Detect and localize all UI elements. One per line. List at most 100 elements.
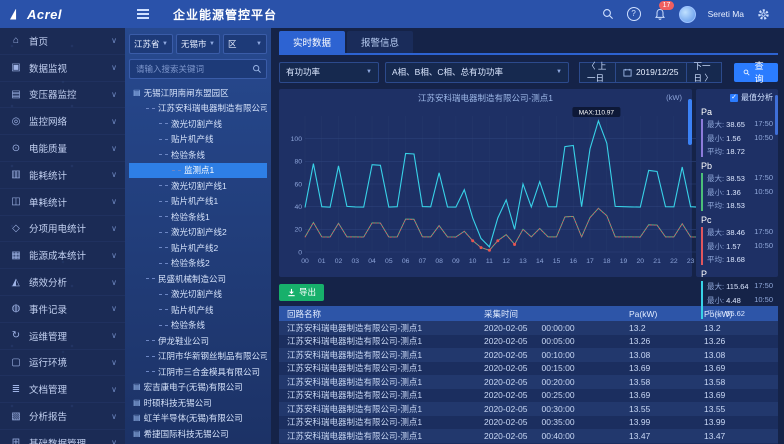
table-row[interactable]: 江苏安科瑞电器制造有限公司-测点1 2020-02-0500:25:00 13.… [279,389,778,403]
svg-text:23: 23 [687,258,695,265]
cell-pa: 13.2 [629,323,704,333]
table-row[interactable]: 江苏安科瑞电器制造有限公司-测点1 2020-02-0500:35:00 13.… [279,416,778,430]
table-row[interactable]: 江苏安科瑞电器制造有限公司-测点1 2020-02-0500:05:00 13.… [279,335,778,349]
cell-time: 2020-02-0500:25:00 [484,390,629,400]
tree-node-label: 贴片机产线 [171,306,214,315]
tree-node[interactable]: 贴片机产线2 [129,240,267,256]
sidebar-item-1[interactable]: ▣ 数据监视 ∨ [0,55,125,82]
cell-loop-name: 江苏安科瑞电器制造有限公司-测点1 [279,416,484,428]
tree-node-label: 激光切割产线 [171,290,222,299]
phase-select[interactable]: A相、B相、C相、总有功功率▼ [385,62,569,83]
tab-0[interactable]: 实时数据 [279,31,345,53]
sidebar-item-label: 单耗统计 [29,195,111,209]
tree-node-label: 希捷国际科技无锡公司 [144,430,229,439]
gear-icon[interactable] [756,7,770,21]
tree-node[interactable]: 江阴市华新钢丝制品有限公司 [129,349,267,365]
tree-node[interactable]: 贴片机产线 [129,302,267,318]
city-select[interactable]: 无锡市▼ [176,34,220,54]
sidebar-item-8[interactable]: ▦ 能源成本统计 ∨ [0,242,125,269]
tree-node[interactable]: 激光切割产线2 [129,225,267,241]
table-row[interactable]: 江苏安科瑞电器制造有限公司-测点1 2020-02-0500:15:00 13.… [279,362,778,376]
tab-1[interactable]: 报警信息 [347,31,413,53]
tree-node[interactable]: 监测点1 [129,163,267,179]
tree-node-label: 江阴市华新钢丝制品有限公司 [158,352,267,361]
tree-node[interactable]: 激光切割产线 [129,287,267,303]
svg-text:09: 09 [452,258,460,265]
sidebar-item-4[interactable]: ⊙ 电能质量 ∨ [0,135,125,162]
tree-node[interactable]: 江苏安科瑞电器制造有限公司 [129,101,267,117]
tree-node[interactable]: 激光切割产线 [129,116,267,132]
table-row[interactable]: 江苏安科瑞电器制造有限公司-测点1 2020-02-0500:20:00 13.… [279,375,778,389]
help-icon[interactable]: ? [627,7,641,21]
prev-day-button[interactable]: 〈 上一日 [579,62,616,83]
tree-node[interactable]: ▤无锡江阴南闸东盟园区 [129,85,267,101]
tree-node[interactable]: 检验条线2 [129,256,267,272]
date-nav-group: 〈 上一日 2019/12/25 下一日 〉 [579,62,722,83]
tree-node[interactable]: ▤虹羊半导体(无锡)有限公司 [129,411,267,427]
tree-node[interactable]: 伊龙鞋业公司 [129,333,267,349]
metric-select[interactable]: 有功功率▼ [279,62,379,83]
sidebar-item-3[interactable]: ◎ 监控网络 ∨ [0,108,125,135]
sidebar-item-13[interactable]: ≣ 文档管理 ∨ [0,376,125,403]
bell-icon[interactable]: 17 [653,7,667,21]
sidebar-item-12[interactable]: ▢ 运行环境 ∨ [0,350,125,377]
search-icon[interactable] [601,7,615,21]
sidebar-item-11[interactable]: ↻ 运维管理 ∨ [0,323,125,350]
district-select[interactable]: 区▼ [223,34,267,54]
sidebar-item-14[interactable]: ▧ 分析报告 ∨ [0,403,125,430]
notification-badge: 17 [659,1,675,10]
tree-node[interactable]: 贴片机产线 [129,132,267,148]
tree-node[interactable]: 贴片机产线1 [129,194,267,210]
table-row[interactable]: 江苏安科瑞电器制造有限公司-测点1 2020-02-0500:40:00 13.… [279,429,778,443]
tree-connector [146,278,155,279]
table-row[interactable]: 江苏安科瑞电器制造有限公司-测点1 2020-02-0500:10:00 13.… [279,348,778,362]
max-analysis-toggle[interactable]: ✓ 最值分析 [701,92,773,103]
tree-node[interactable]: 江阴市三合金模具有限公司 [129,364,267,380]
stat-avg: 平均: 18.68 [707,254,773,265]
chevron-down-icon: ∨ [111,36,117,45]
sidebar-item-0[interactable]: ⌂ 首页 ∨ [0,28,125,55]
sidebar-item-6[interactable]: ◫ 单耗统计 ∨ [0,189,125,216]
svg-text:19: 19 [620,258,628,265]
svg-text:20: 20 [294,227,302,234]
cell-pa: 13.08 [629,350,704,360]
query-button[interactable]: 查询 [734,63,778,82]
export-button[interactable]: 导出 [279,284,324,301]
table-row[interactable]: 江苏安科瑞电器制造有限公司-测点1 2020-02-0500:30:00 13.… [279,402,778,416]
tree-node[interactable]: 检验条线 [129,318,267,334]
tree-node[interactable]: 检验条线 [129,147,267,163]
stat-series-name: Pc [701,215,773,225]
sidebar-item-10[interactable]: ◍ 事件记录 ∨ [0,296,125,323]
tree-node[interactable]: ▤时硕科技无锡公司 [129,395,267,411]
date-picker[interactable]: 2019/12/25 [616,62,686,83]
menu-toggle-icon[interactable] [137,9,149,19]
sidebar-item-2[interactable]: ▤ 变压器监控 ∨ [0,82,125,109]
tree-node[interactable]: ▤希捷国际科技无锡公司 [129,426,267,438]
sidebar-icon: ▣ [8,62,24,73]
avatar[interactable] [679,6,696,23]
tree-connector [159,154,168,155]
sidebar-item-15[interactable]: ⊞ 基础数据管理 ∨ [0,430,125,444]
sidebar-item-7[interactable]: ◇ 分项用电统计 ∨ [0,216,125,243]
cell-loop-name: 江苏安科瑞电器制造有限公司-测点1 [279,403,484,415]
tree-node-label: 激光切割产线2 [171,228,227,237]
cell-time: 2020-02-0500:05:00 [484,336,629,346]
tree-node[interactable]: 民盛机械制造公司 [129,271,267,287]
search-icon[interactable] [252,64,262,74]
chart-scrollbar[interactable] [688,99,692,145]
stats-scrollbar[interactable] [775,95,778,135]
sidebar-item-5[interactable]: ▥ 能耗统计 ∨ [0,162,125,189]
next-day-button[interactable]: 下一日 〉 [686,62,723,83]
tree-search-input[interactable] [134,63,252,75]
line-chart[interactable]: 0 20 40 60 80 10000010203040506070809101… [283,104,707,272]
tree-node[interactable]: 激光切割产线1 [129,178,267,194]
sidebar-item-9[interactable]: ◭ 绩效分析 ∨ [0,269,125,296]
table-row[interactable]: 江苏安科瑞电器制造有限公司-测点1 2020-02-0500:00:00 13.… [279,321,778,335]
tree-node-label: 江苏安科瑞电器制造有限公司 [158,104,267,113]
tree-node-label: 监测点1 [184,166,214,175]
tree-node[interactable]: 检验条线1 [129,209,267,225]
tree-connector [159,123,168,124]
tree-node[interactable]: ▤宏吉康电子(无锡)有限公司 [129,380,267,396]
province-select[interactable]: 江苏省▼ [129,34,173,54]
svg-text:16: 16 [569,258,577,265]
